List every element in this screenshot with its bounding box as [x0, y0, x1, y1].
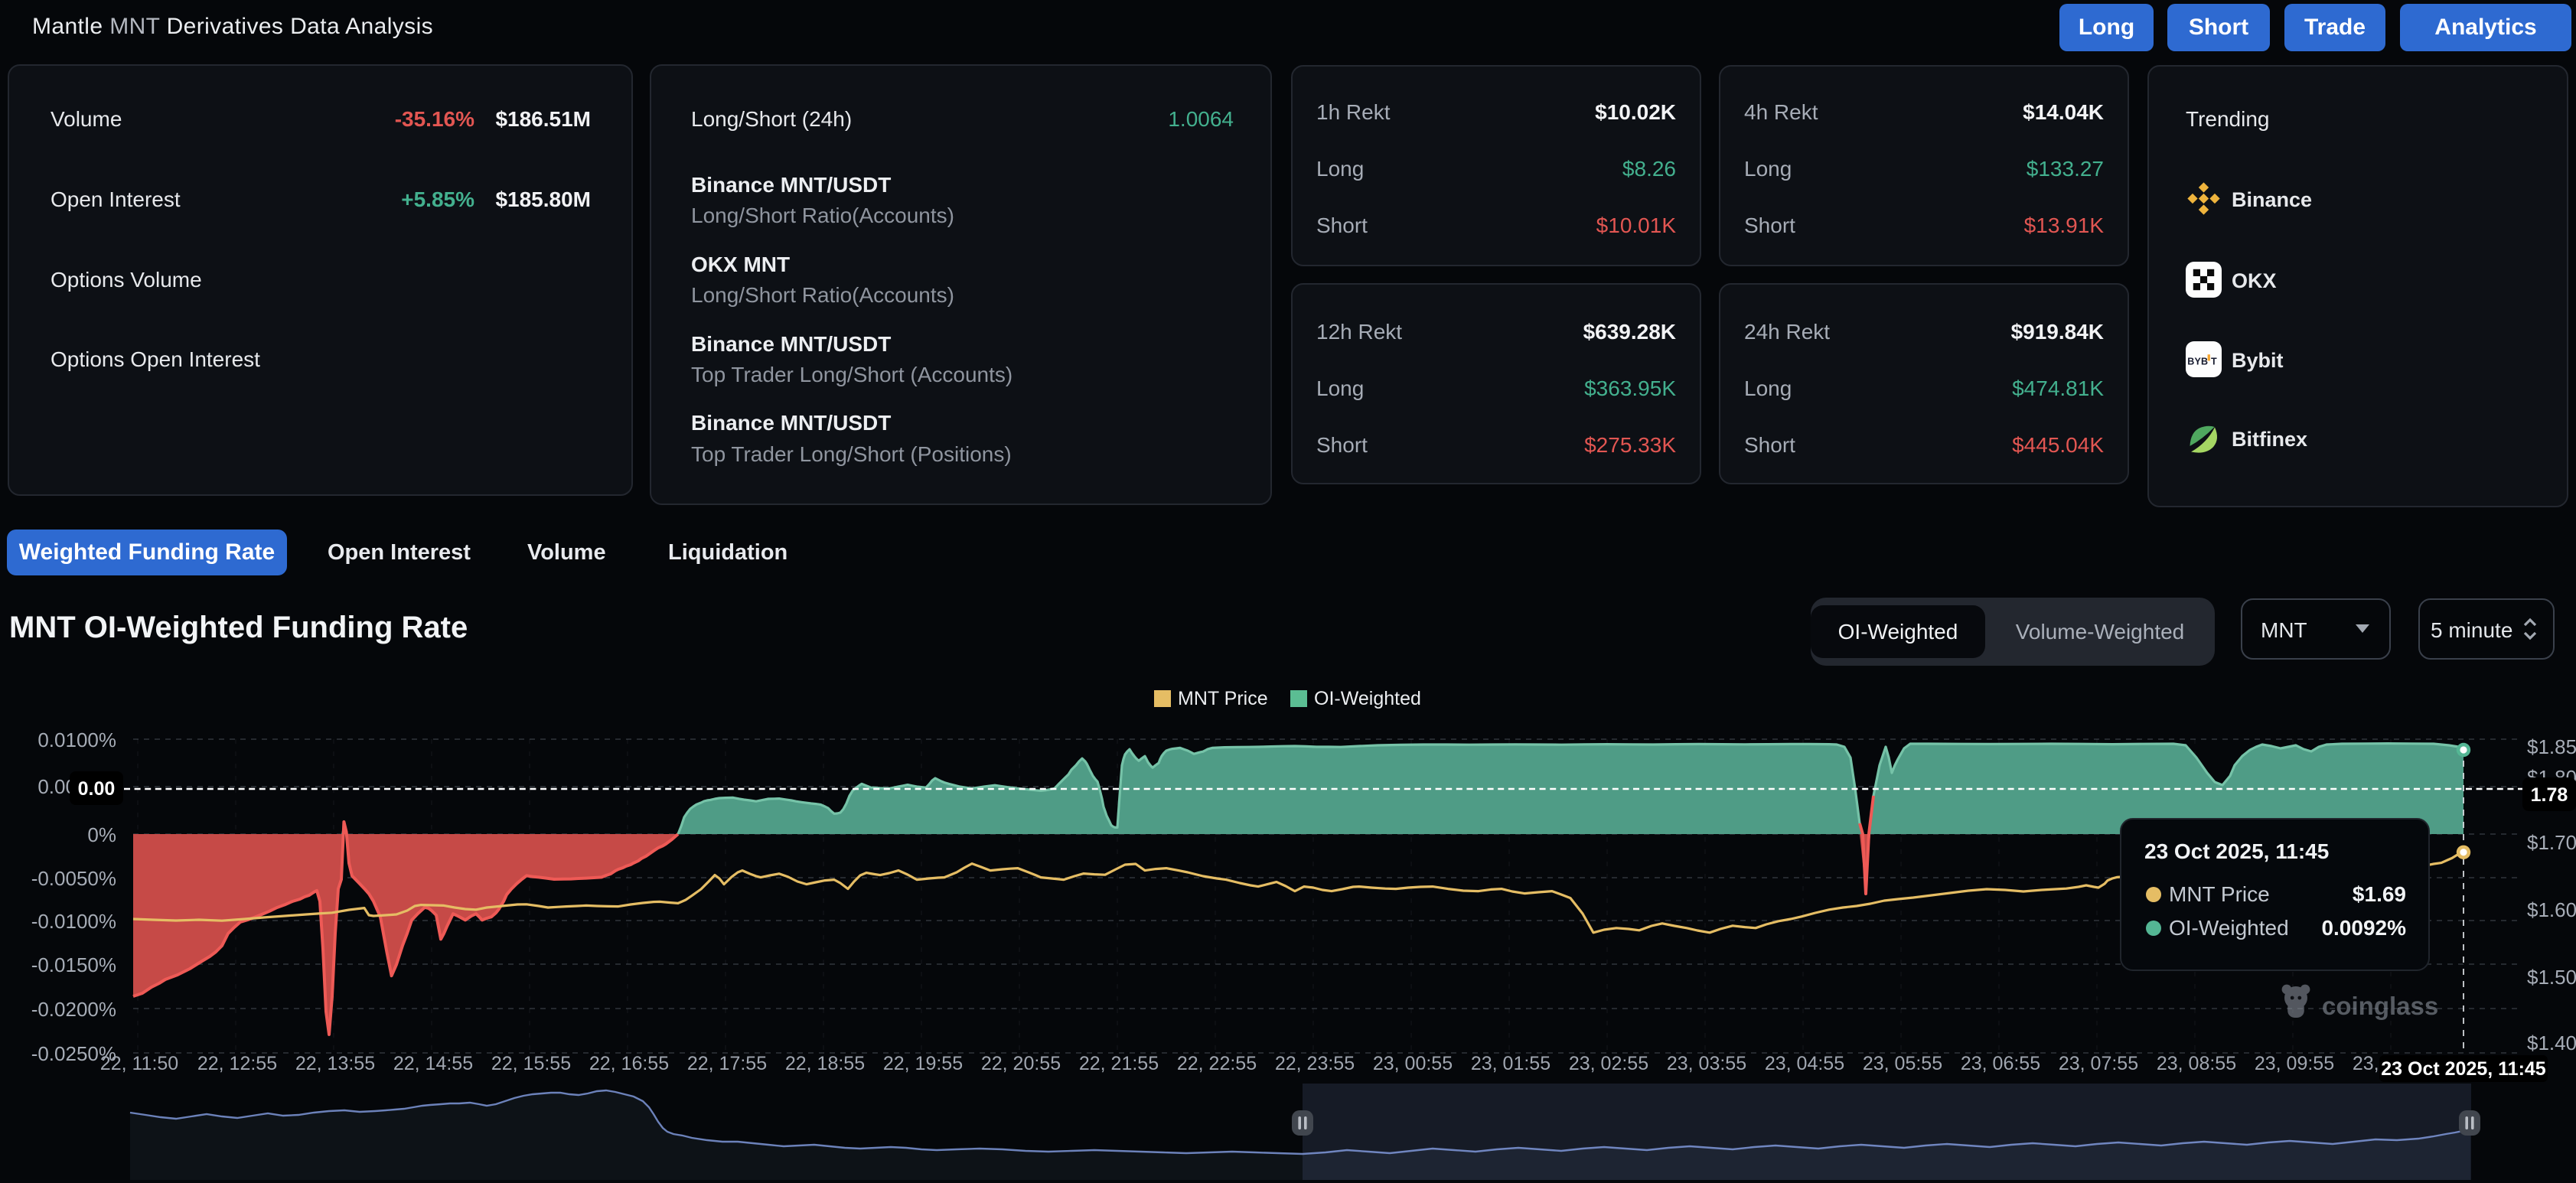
svg-text:-0.0050%: -0.0050%: [31, 867, 116, 890]
svg-text:$1.70: $1.70: [2527, 831, 2576, 854]
svg-text:22, 12:55: 22, 12:55: [197, 1053, 277, 1074]
svg-text:22, 15:55: 22, 15:55: [491, 1053, 571, 1074]
svg-text:-0.0150%: -0.0150%: [31, 953, 116, 976]
svg-text:23, 01:55: 23, 01:55: [1471, 1053, 1550, 1074]
svg-text:22, 21:55: 22, 21:55: [1079, 1053, 1159, 1074]
svg-text:-0.0100%: -0.0100%: [31, 910, 116, 933]
svg-text:22, 11:50: 22, 11:50: [100, 1053, 178, 1074]
svg-text:-0.0200%: -0.0200%: [31, 998, 116, 1021]
svg-text:22, 19:55: 22, 19:55: [883, 1053, 963, 1074]
svg-text:23, 07:55: 23, 07:55: [2059, 1053, 2138, 1074]
svg-text:23 Oct 2025, 11:45: 23 Oct 2025, 11:45: [2144, 839, 2329, 863]
svg-text:22, 18:55: 22, 18:55: [785, 1053, 865, 1074]
svg-text:23, 02:55: 23, 02:55: [1569, 1053, 1648, 1074]
svg-text:OI-Weighted: OI-Weighted: [1314, 688, 1421, 709]
svg-text:$1.40: $1.40: [2527, 1031, 2576, 1054]
svg-text:23 Oct 2025, 11:45: 23 Oct 2025, 11:45: [2381, 1058, 2546, 1080]
svg-text:23, 09:55: 23, 09:55: [2255, 1053, 2334, 1074]
svg-text:$1.50: $1.50: [2527, 966, 2576, 989]
svg-text:22, 22:55: 22, 22:55: [1177, 1053, 1257, 1074]
svg-text:coinglass: coinglass: [2322, 992, 2438, 1020]
svg-text:23, 08:55: 23, 08:55: [2157, 1053, 2236, 1074]
svg-text:22, 16:55: 22, 16:55: [589, 1053, 669, 1074]
svg-text:23, 04:55: 23, 04:55: [1765, 1053, 1844, 1074]
svg-text:$1.85: $1.85: [2527, 735, 2576, 758]
svg-text:22, 13:55: 22, 13:55: [295, 1053, 375, 1074]
svg-text:23, 06:55: 23, 06:55: [1961, 1053, 2040, 1074]
svg-text:0.00: 0.00: [78, 778, 116, 800]
svg-text:MNT Price: MNT Price: [2169, 882, 2270, 906]
svg-text:0.0092%: 0.0092%: [2321, 916, 2406, 940]
svg-text:$1.69: $1.69: [2353, 882, 2406, 906]
svg-text:23, 05:55: 23, 05:55: [1863, 1053, 1942, 1074]
svg-text:23, 03:55: 23, 03:55: [1667, 1053, 1746, 1074]
svg-text:MNT Price: MNT Price: [1178, 688, 1268, 709]
svg-text:1.78: 1.78: [2531, 784, 2568, 806]
svg-text:0.0100%: 0.0100%: [37, 728, 116, 751]
svg-text:22, 20:55: 22, 20:55: [981, 1053, 1061, 1074]
svg-text:22, 14:55: 22, 14:55: [393, 1053, 473, 1074]
svg-text:22, 17:55: 22, 17:55: [687, 1053, 767, 1074]
svg-text:22, 23:55: 22, 23:55: [1275, 1053, 1355, 1074]
svg-text:$1.60: $1.60: [2527, 898, 2576, 921]
svg-text:23, 00:55: 23, 00:55: [1373, 1053, 1453, 1074]
svg-text:0%: 0%: [87, 823, 116, 846]
svg-text:OI-Weighted: OI-Weighted: [2169, 916, 2289, 940]
